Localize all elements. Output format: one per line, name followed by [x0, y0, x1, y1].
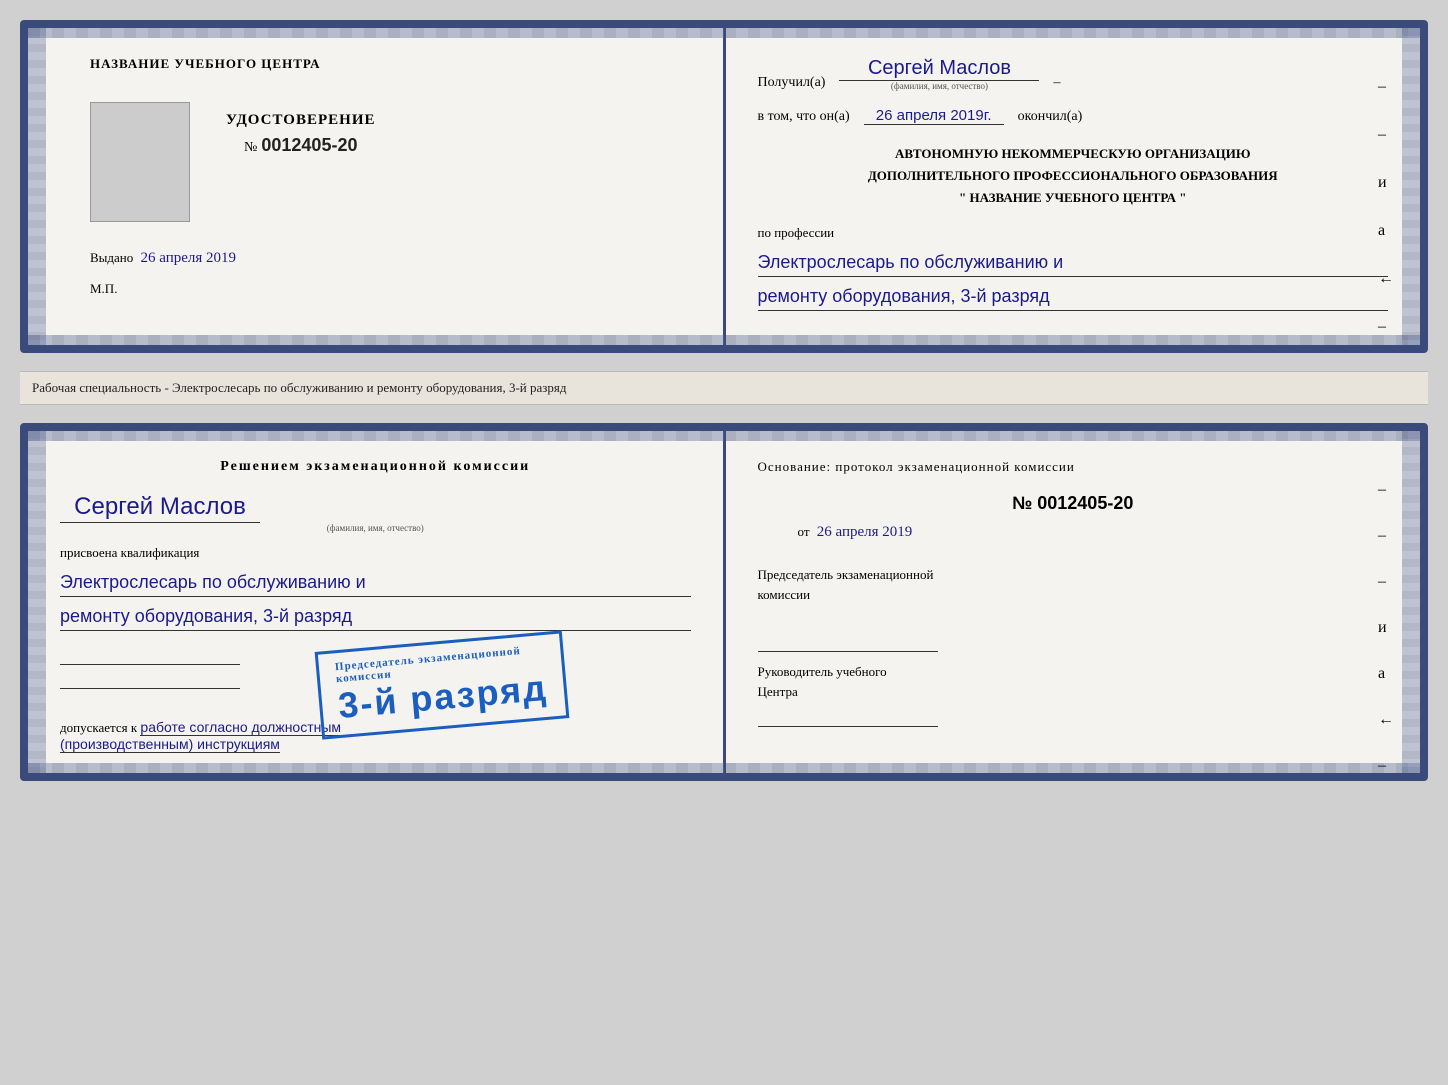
signature-line-2 — [60, 669, 240, 689]
dopuskaetsya-handwritten: работе согласно должностным — [140, 719, 341, 736]
resheniem-title: Решением экзаменационной комиссии — [60, 459, 691, 475]
profession-line1: Электрослесарь по обслуживанию и — [758, 249, 1389, 277]
predsedatel-label: Председатель экзаменационной комиссии — [758, 565, 1389, 604]
rdash-5: а — [1378, 665, 1394, 683]
vtom-prefix: в том, что он(а) — [758, 109, 850, 125]
prisvoena-label: присвоена квалификация — [60, 545, 691, 561]
okonchil-label: окончил(а) — [1018, 109, 1083, 125]
proto-number: 0012405-20 — [1037, 493, 1133, 513]
ot-date-line: от 26 апреля 2019 — [798, 524, 1389, 541]
cert2-name-block: Сергей Маслов (фамилия, имя, отчество) — [60, 493, 691, 533]
ot-date-value: 26 апреля 2019 — [817, 524, 913, 540]
cert2-name-sublabel: (фамилия, имя, отчество) — [60, 523, 691, 533]
org-line1: АВТОНОМНУЮ НЕКОММЕРЧЕСКУЮ ОРГАНИЗАЦИЮ — [758, 143, 1389, 165]
cert1-number: 0012405-20 — [261, 135, 357, 155]
photo-placeholder — [90, 102, 190, 222]
vydano-prefix: Выдано — [90, 250, 133, 265]
rukovoditel-line1: Руководитель учебного — [758, 664, 887, 679]
page-wrapper: НАЗВАНИЕ УЧЕБНОГО ЦЕНТРА УДОСТОВЕРЕНИЕ №… — [20, 20, 1428, 781]
vtom-date: 26 апреля 2019г. — [864, 107, 1004, 125]
rdash-4: и — [1378, 619, 1394, 637]
dopuskaetsya-line2: (производственным) инструкциям — [60, 736, 280, 753]
rdash-2: – — [1378, 527, 1394, 545]
rdash-6: ← — [1378, 711, 1394, 729]
dash-5: ← — [1378, 270, 1394, 288]
vtom-line: в том, что он(а) 26 апреля 2019г. окончи… — [758, 107, 1389, 125]
cert2-right: – – – и а ← – Основание: протокол экзаме… — [726, 431, 1421, 773]
dash-separator: – — [1053, 75, 1060, 91]
dash-4: а — [1378, 222, 1394, 240]
protocol-number: № 0012405-20 — [758, 493, 1389, 514]
udostoverenie-label: УДОСТОВЕРЕНИЕ — [226, 112, 376, 129]
org-block: АВТОНОМНУЮ НЕКОММЕРЧЕСКУЮ ОРГАНИЗАЦИЮ ДО… — [758, 143, 1389, 209]
rdash-1: – — [1378, 481, 1394, 499]
vydano-date: 26 апреля 2019 — [141, 250, 237, 266]
rukovoditel-line2: Центра — [758, 684, 798, 699]
org-line2: ДОПОЛНИТЕЛЬНОГО ПРОФЕССИОНАЛЬНОГО ОБРАЗО… — [758, 165, 1389, 187]
cert2-name: Сергей Маслов — [60, 493, 260, 523]
certificate-2: Решением экзаменационной комиссии Сергей… — [20, 423, 1428, 781]
poluchil-prefix: Получил(а) — [758, 75, 826, 91]
dash-6: – — [1378, 318, 1394, 336]
rukovoditel-signature-line — [758, 707, 938, 727]
rdash-3: – — [1378, 573, 1394, 591]
mp-label: М.П. — [90, 281, 691, 297]
name-sublabel: (фамилия, имя, отчество) — [839, 81, 1039, 91]
predsedatel-line1: Председатель экзаменационной — [758, 567, 934, 582]
right-decorations: – – и а ← – — [1378, 78, 1394, 336]
signature-line-1 — [60, 645, 240, 665]
profession-line2: ремонту оборудования, 3-й разряд — [758, 283, 1389, 311]
cert2-profession-1: Электрослесарь по обслуживанию и — [60, 569, 691, 597]
org-line3: " НАЗВАНИЕ УЧЕБНОГО ЦЕНТРА " — [758, 187, 1389, 209]
po-professii: по профессии — [758, 225, 1389, 241]
cert1-right: – – и а ← – Получил(а) Сергей Маслов (фа… — [726, 28, 1421, 345]
cert1-org-title: НАЗВАНИЕ УЧЕБНОГО ЦЕНТРА — [90, 56, 691, 72]
rdash-7: – — [1378, 757, 1394, 775]
predsedatel-line2: комиссии — [758, 587, 811, 602]
dash-2: – — [1378, 126, 1394, 144]
vydano-line: Выдано 26 апреля 2019 — [90, 250, 691, 267]
osnovanie-title: Основание: протокол экзаменационной коми… — [758, 459, 1389, 475]
rukovoditel-label: Руководитель учебного Центра — [758, 662, 1389, 701]
predsedatel-signature-line — [758, 632, 938, 652]
poluchil-line: Получил(а) Сергей Маслов (фамилия, имя, … — [758, 56, 1389, 91]
proto-prefix: № — [1012, 493, 1032, 513]
ot-prefix: от — [798, 524, 810, 539]
dash-3: и — [1378, 174, 1394, 192]
number-prefix: № — [244, 140, 257, 155]
dopuskaetsya-prefix: допускается к — [60, 720, 137, 735]
dash-1: – — [1378, 78, 1394, 96]
cert1-left: НАЗВАНИЕ УЧЕБНОГО ЦЕНТРА УДОСТОВЕРЕНИЕ №… — [28, 28, 723, 345]
middle-label: Рабочая специальность - Электрослесарь п… — [20, 371, 1428, 405]
cert2-left: Решением экзаменационной комиссии Сергей… — [28, 431, 723, 773]
recipient-name: Сергей Маслов — [839, 56, 1039, 81]
certificate-1: НАЗВАНИЕ УЧЕБНОГО ЦЕНТРА УДОСТОВЕРЕНИЕ №… — [20, 20, 1428, 353]
right-decorations-2: – – – и а ← – — [1378, 481, 1394, 775]
cert2-profession-2: ремонту оборудования, 3-й разряд — [60, 603, 691, 631]
